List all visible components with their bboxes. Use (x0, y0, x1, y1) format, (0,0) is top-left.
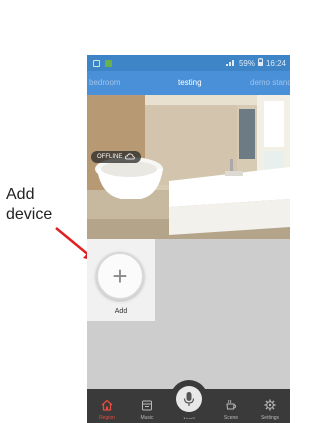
voice-button[interactable] (176, 386, 202, 412)
coffee-cup-icon (226, 399, 237, 410)
nav-region-label: Region (99, 415, 115, 421)
app-notification-icon (105, 59, 112, 67)
room-tab-bar: bedroom testing demo stand (87, 71, 290, 95)
tab-demo-stand[interactable]: demo stand (250, 78, 290, 87)
tab-bedroom[interactable]: bedroom (89, 78, 121, 87)
cloud-sync-icon (125, 153, 136, 162)
nav-region[interactable]: Region (87, 389, 127, 423)
app-screen: 59% 16:24 bedroom testing demo stand OFF… (87, 55, 290, 423)
offline-badge: OFFLINE (91, 151, 142, 163)
microphone-icon (183, 392, 195, 406)
bathroom-photo (87, 95, 290, 239)
signal-icon (225, 59, 236, 68)
add-device-tile[interactable]: + Add (87, 239, 155, 321)
nav-music[interactable]: Music (127, 389, 167, 423)
add-device-button[interactable]: + (96, 252, 144, 300)
home-icon (101, 399, 113, 411)
nav-settings[interactable]: Settings (250, 389, 290, 423)
gear-icon (264, 399, 276, 411)
tab-testing[interactable]: testing (178, 78, 202, 87)
annotation-label: Add device (6, 186, 53, 223)
room-camera-view[interactable]: OFFLINE (87, 95, 290, 239)
offline-label: OFFLINE (97, 154, 123, 160)
nav-scene[interactable]: Scene (211, 389, 251, 423)
gallery-notification-icon (93, 59, 100, 67)
battery-percent: 59% (238, 58, 255, 68)
nav-scene-label: Scene (223, 415, 239, 421)
battery-icon (257, 58, 263, 68)
device-grid: + Add (87, 239, 290, 389)
plus-icon: + (112, 261, 128, 291)
add-device-label: Add (114, 308, 128, 315)
nav-settings-label: Settings (260, 415, 280, 421)
nav-music-label: Music (140, 415, 154, 421)
status-bar: 59% 16:24 (87, 55, 290, 71)
music-icon (142, 400, 152, 411)
clock: 16:24 (265, 58, 286, 68)
